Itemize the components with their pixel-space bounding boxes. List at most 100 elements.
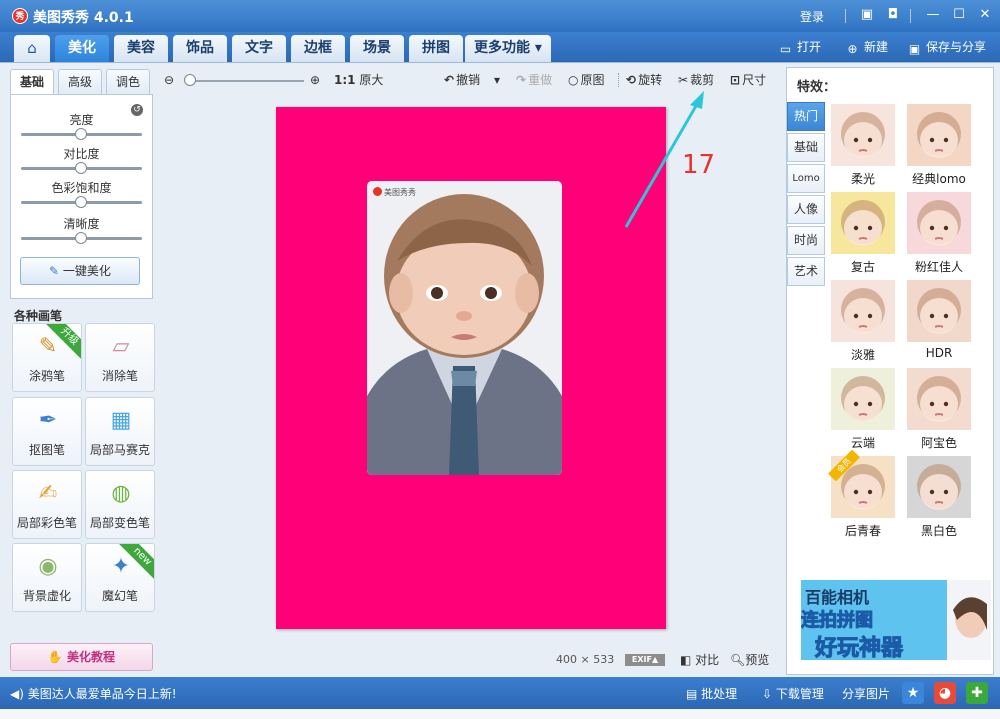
tab-accessories[interactable]: 饰品 bbox=[173, 35, 227, 62]
effect-item[interactable]: 云端 bbox=[831, 368, 895, 450]
plus-circle-icon: ⊕ bbox=[847, 42, 858, 56]
ad-banner[interactable]: 百能相机 连拍拼图 好玩神器 bbox=[801, 580, 947, 660]
original-image-button[interactable]: ○ 原图 bbox=[568, 71, 605, 89]
sharpness-slider[interactable] bbox=[21, 232, 142, 244]
redo-button[interactable]: ↷ 重做 bbox=[516, 71, 552, 89]
effect-item[interactable]: 粉红佳人 bbox=[907, 192, 971, 274]
zoom-slider[interactable] bbox=[186, 80, 304, 82]
effect-item[interactable]: 阿宝色 bbox=[907, 368, 971, 450]
new-button[interactable]: ⊕ 新建 bbox=[845, 38, 888, 56]
tab-more-features[interactable]: 更多功能 ▾ bbox=[465, 35, 551, 62]
effect-label: 阿宝色 bbox=[920, 436, 957, 450]
tool-doodle-pen[interactable]: ✎ 升级 涂鸦笔 bbox=[12, 323, 82, 392]
tab-text[interactable]: 文字 bbox=[232, 35, 286, 62]
open-button[interactable]: ▭ 打开 bbox=[778, 38, 821, 56]
category-popular[interactable]: 热门 bbox=[787, 102, 825, 131]
category-fashion[interactable]: 时尚 bbox=[787, 226, 825, 255]
effects-panel: 特效： 热门 基础 Lomo 人像 时尚 艺术 柔光 经典lomo 复古 粉红佳人 淡雅… bbox=[786, 67, 994, 675]
batch-label: 批处理 bbox=[701, 687, 738, 701]
image-canvas[interactable]: 美图秀秀 bbox=[276, 107, 666, 629]
skin-icon[interactable]: ◘ bbox=[884, 6, 902, 24]
status-message[interactable]: ◀) 美图达人最爱单品今日上新! bbox=[10, 685, 177, 702]
zoom-in-icon[interactable]: ⊕ bbox=[310, 71, 320, 89]
baby-photo[interactable]: 美图秀秀 bbox=[367, 181, 562, 475]
saturation-slider[interactable] bbox=[21, 196, 142, 208]
exif-button[interactable]: EXIF▲ bbox=[625, 654, 665, 666]
zoom-out-icon[interactable]: ⊖ bbox=[164, 71, 174, 89]
zoom-slider-knob[interactable] bbox=[184, 74, 196, 86]
original-size-button[interactable]: 1:1 原大 bbox=[334, 71, 383, 89]
rotate-button[interactable]: ⟲ 旋转 bbox=[626, 71, 662, 89]
share-image-button[interactable]: 分享图片 bbox=[842, 685, 890, 702]
effect-item[interactable]: HDR bbox=[907, 280, 971, 360]
minimize-icon[interactable]: — bbox=[924, 6, 942, 24]
tool-cutout-pen[interactable]: ✒ 抠图笔 bbox=[12, 397, 82, 466]
effect-item[interactable]: 黑白色 bbox=[907, 456, 971, 538]
undo-icon: ↶ bbox=[444, 73, 455, 87]
tab-frame[interactable]: 边框 bbox=[291, 35, 345, 62]
undo-button[interactable]: ↶ 撤销 bbox=[444, 71, 480, 89]
home-icon[interactable]: ⌂ bbox=[14, 35, 50, 62]
effect-label: 柔光 bbox=[850, 172, 875, 186]
redo-icon: ↷ bbox=[516, 73, 527, 87]
watermark: 美图秀秀 bbox=[373, 187, 416, 198]
effect-thumbnail bbox=[907, 280, 971, 342]
weibo-icon[interactable]: ◕ bbox=[934, 682, 956, 704]
compare-button[interactable]: ◧ 对比 bbox=[680, 651, 719, 668]
maximize-icon[interactable]: ☐ bbox=[950, 6, 968, 24]
login-link[interactable]: 登录 bbox=[800, 8, 824, 25]
save-share-button[interactable]: ▣ 保存与分享 bbox=[907, 38, 986, 56]
preview-button[interactable]: 🔍︎预览 bbox=[730, 651, 769, 668]
status-bar: ◀) 美图达人最爱单品今日上新! ▤ 批处理 ⇩ 下载管理 分享图片 ★ ◕ ✚ bbox=[0, 677, 1000, 709]
one-key-beautify-button[interactable]: ✎ 一键美化 bbox=[20, 257, 140, 285]
effect-item[interactable]: 淡雅 bbox=[831, 280, 895, 362]
resize-button[interactable]: ⊡ 尺寸 bbox=[730, 71, 766, 89]
category-basic[interactable]: 基础 bbox=[787, 133, 825, 162]
slider-knob[interactable] bbox=[75, 162, 87, 174]
tool-local-recolor-pen[interactable]: ◍ 局部变色笔 bbox=[85, 470, 155, 539]
close-icon[interactable]: ✕ bbox=[976, 6, 994, 24]
effect-item[interactable]: 经典lomo bbox=[907, 104, 971, 186]
ad-photo[interactable] bbox=[947, 580, 991, 660]
feedback-icon[interactable]: ▣ bbox=[858, 6, 876, 24]
tab-beautify[interactable]: 美化 bbox=[55, 35, 109, 62]
category-portrait[interactable]: 人像 bbox=[787, 195, 825, 224]
brightness-label: 亮度 bbox=[69, 113, 94, 127]
star-icon[interactable]: ★ bbox=[902, 682, 924, 704]
tab-collage[interactable]: 拼图 bbox=[409, 35, 463, 62]
add-icon[interactable]: ✚ bbox=[966, 682, 988, 704]
tool-local-color-pen[interactable]: ✍ 局部彩色笔 bbox=[12, 470, 82, 539]
batch-button[interactable]: ▤ 批处理 bbox=[686, 685, 737, 702]
tool-label: 消除笔 bbox=[101, 369, 138, 383]
tool-label: 涂鸦笔 bbox=[28, 369, 65, 383]
status-message-text: 美图达人最爱单品今日上新! bbox=[27, 687, 177, 701]
tab-scene[interactable]: 场景 bbox=[350, 35, 404, 62]
contrast-slider[interactable] bbox=[21, 162, 142, 174]
brightness-slider[interactable] bbox=[21, 128, 142, 140]
undo-dropdown-icon[interactable]: ▾ bbox=[494, 71, 500, 89]
download-manager-button[interactable]: ⇩ 下载管理 bbox=[762, 685, 824, 702]
subtab-basic[interactable]: 基础 bbox=[10, 69, 54, 95]
effect-item[interactable]: 会员 后青春 bbox=[828, 449, 895, 538]
category-lomo[interactable]: Lomo bbox=[787, 164, 825, 193]
tab-more-label: 更多功能 bbox=[474, 40, 531, 56]
effect-item[interactable]: 复古 bbox=[831, 192, 895, 274]
tab-face[interactable]: 美容 bbox=[114, 35, 168, 62]
crop-button[interactable]: ✂ 裁剪 bbox=[678, 71, 714, 89]
title-bar: 秀 美图秀秀 4.0.1 登录 ▣ ◘ — ☐ ✕ bbox=[0, 0, 1000, 32]
slider-knob[interactable] bbox=[75, 128, 87, 140]
slider-knob[interactable] bbox=[75, 232, 87, 244]
tool-local-mosaic[interactable]: ▦ 局部马赛克 bbox=[85, 397, 155, 466]
category-art[interactable]: 艺术 bbox=[787, 257, 825, 286]
effects-title: 特效： bbox=[797, 80, 837, 95]
effect-item[interactable]: 柔光 bbox=[831, 104, 895, 186]
tool-background-blur[interactable]: ◉ 背景虚化 bbox=[12, 543, 82, 612]
slider-knob[interactable] bbox=[75, 196, 87, 208]
subtab-advanced[interactable]: 高级 bbox=[58, 69, 102, 95]
tutorial-button[interactable]: ✋ 美化教程 bbox=[10, 643, 153, 671]
ad-line3: 好玩神器 bbox=[814, 636, 904, 661]
rotate-icon: ⟲ bbox=[626, 73, 637, 87]
tool-magic-pen[interactable]: ✦ new 魔幻笔 bbox=[85, 543, 155, 612]
subtab-color[interactable]: 调色 bbox=[106, 69, 150, 95]
tool-eraser-pen[interactable]: ▱ 消除笔 bbox=[85, 323, 155, 392]
